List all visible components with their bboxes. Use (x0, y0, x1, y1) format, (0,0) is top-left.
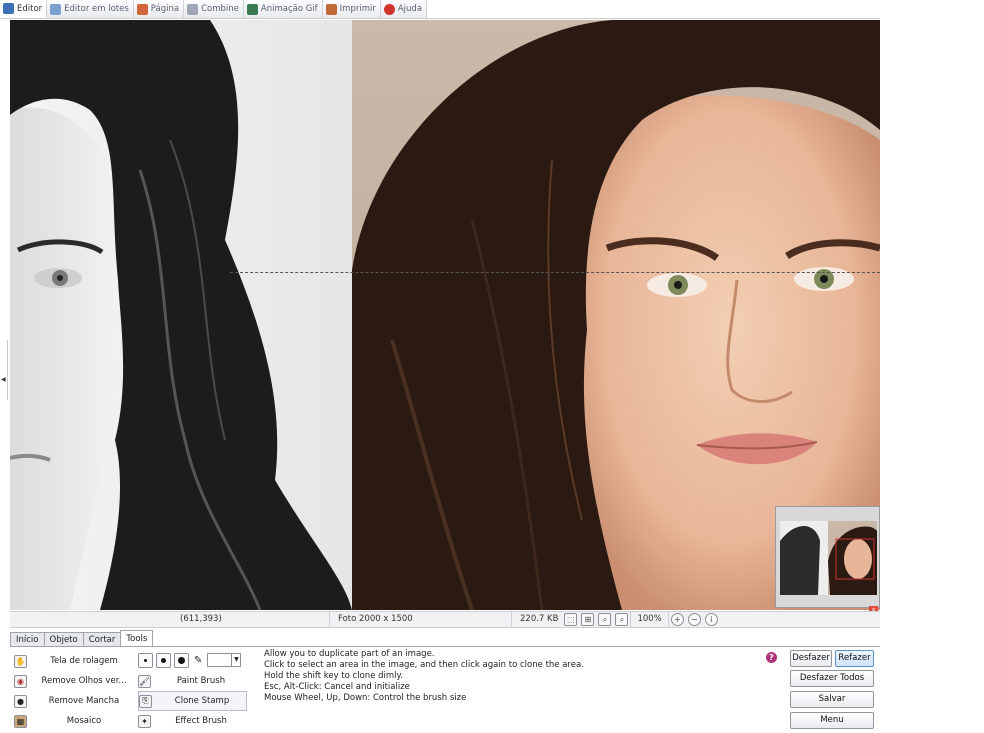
tool-remove-blemish[interactable]: ● Remove Mancha (14, 691, 135, 711)
print-icon (325, 3, 337, 15)
tool-label: Remove Olhos ver... (41, 676, 127, 686)
left-panel-grip[interactable]: ◀ (0, 340, 8, 400)
tool-red-eye[interactable]: ◉ Remove Olhos ver... (14, 671, 135, 691)
tab-label: Animação Gif (260, 4, 318, 14)
combine-icon (187, 3, 199, 15)
tab-objeto[interactable]: Objeto (43, 632, 84, 647)
info-icon[interactable]: i (704, 613, 718, 626)
tab-help[interactable]: Ajuda (380, 0, 428, 18)
tool-paint-brush[interactable]: 🖌 Paint Brush (138, 671, 247, 691)
tab-label: Ajuda (397, 4, 423, 14)
question-mark-icon[interactable]: ? (766, 652, 777, 663)
brush-size-small[interactable] (138, 652, 153, 668)
editor-icon (3, 3, 14, 14)
tab-tools[interactable]: Tools (120, 630, 154, 647)
tab-label: Página (150, 4, 180, 14)
hand-icon: ✋ (14, 654, 27, 668)
brush-size-row: ✎ ▼ (138, 651, 247, 669)
tool-label: Effect Brush (175, 716, 227, 726)
help-line: Esc, Alt-Click: Cancel and initialize (264, 682, 410, 692)
tab-editor[interactable]: Editor (0, 0, 48, 18)
tool-scroll[interactable]: ✋ Tela de rolagem (14, 651, 135, 671)
menu-button[interactable]: Menu (790, 712, 874, 729)
actual-size-icon[interactable]: ⊞ (581, 613, 595, 626)
help-line: Click to select an area in the image, an… (264, 660, 584, 670)
tab-inicio[interactable]: Início (10, 632, 45, 647)
tab-page[interactable]: Página (133, 0, 185, 18)
undo-button[interactable]: Desfazer (790, 650, 832, 667)
tab-cortar[interactable]: Cortar (82, 632, 122, 647)
image-canvas[interactable] (10, 20, 880, 610)
cursor-coordinates: (611,393) (10, 612, 330, 627)
brush-options-dropdown[interactable]: ▼ (207, 653, 242, 667)
photo-dimensions: Foto 2000 x 1500 (330, 612, 512, 627)
tool-label: Tela de rolagem (50, 656, 118, 666)
zoom-width-icon[interactable]: ⌕ (615, 613, 629, 626)
photo-grayscale-half (10, 20, 352, 610)
effect-brush-icon: ✦ (138, 714, 151, 728)
main-tabs: Editor Editor em lotes Página Combine An… (0, 0, 880, 19)
tab-label: Imprimir (339, 4, 376, 14)
left-arrow-icon: ◀ (1, 376, 6, 383)
tool-mosaic[interactable]: ▦ Mosaico (14, 711, 135, 731)
tab-gif-animation[interactable]: Animação Gif (243, 0, 323, 18)
redo-button[interactable]: Refazer (835, 650, 874, 667)
help-line: Allow you to duplicate part of an image. (264, 649, 435, 659)
save-button[interactable]: Salvar (790, 691, 874, 708)
thumbnail-image (780, 521, 877, 595)
tool-label: Mosaico (66, 716, 102, 726)
help-icon (383, 3, 395, 15)
zoom-fit-icon[interactable]: ⌕ (598, 613, 612, 626)
tools-right-column: ✎ ▼ 🖌 Paint Brush ⎘ Clone Stamp ✦ Effect… (138, 651, 247, 731)
paint-brush-icon: 🖌 (138, 674, 151, 688)
eyedropper-icon[interactable]: ✎ (194, 655, 202, 666)
chevron-down-icon: ▼ (231, 654, 240, 666)
clone-stamp-icon: ⎘ (139, 694, 152, 708)
zoom-level: 100% (630, 612, 669, 627)
tool-effect-brush[interactable]: ✦ Effect Brush (138, 711, 247, 731)
tool-label: Clone Stamp (174, 696, 230, 706)
zoom-in-icon[interactable]: + (670, 613, 684, 626)
tools-left-column: ✋ Tela de rolagem ◉ Remove Olhos ver... … (14, 651, 135, 731)
tab-batch-editor[interactable]: Editor em lotes (47, 0, 134, 18)
tab-print[interactable]: Imprimir (322, 0, 381, 18)
mosaic-icon: ▦ (14, 714, 27, 728)
blemish-icon: ● (14, 694, 27, 708)
navigator-thumbnail[interactable]: × (775, 506, 880, 615)
batch-editor-icon (50, 3, 62, 15)
brush-size-medium[interactable] (156, 652, 171, 668)
clone-guide-line (230, 272, 880, 273)
tab-label: Editor em lotes (64, 4, 129, 14)
red-eye-icon: ◉ (14, 674, 27, 688)
tab-label: Editor (17, 3, 43, 14)
tool-clone-stamp[interactable]: ⎘ Clone Stamp (138, 691, 247, 711)
undo-all-button[interactable]: Desfazer Todos (790, 670, 874, 687)
panel-tabs: Início Objeto Cortar Tools (10, 630, 154, 647)
tab-combine[interactable]: Combine (184, 0, 244, 18)
tool-help-text: Allow you to duplicate part of an image.… (264, 649, 764, 704)
top-tab-bar: Editor Editor em lotes Página Combine An… (0, 0, 984, 19)
tab-label: Combine (201, 4, 239, 14)
file-size: 220.7 KB (520, 614, 559, 624)
zoom-out-icon[interactable]: − (687, 613, 701, 626)
tool-label: Paint Brush (176, 676, 226, 686)
status-bar: (611,393) Foto 2000 x 1500 220.7 KB ⬚ ⊞ … (10, 611, 880, 628)
brush-size-large[interactable] (174, 652, 189, 668)
fit-screen-icon[interactable]: ⬚ (564, 613, 578, 626)
help-line: Mouse Wheel, Up, Down: Control the brush… (264, 693, 467, 703)
help-line: Hold the shift key to clone dimly. (264, 671, 404, 681)
tool-label: Remove Mancha (48, 696, 120, 706)
page-icon (136, 3, 148, 15)
gif-animation-icon (246, 3, 258, 15)
